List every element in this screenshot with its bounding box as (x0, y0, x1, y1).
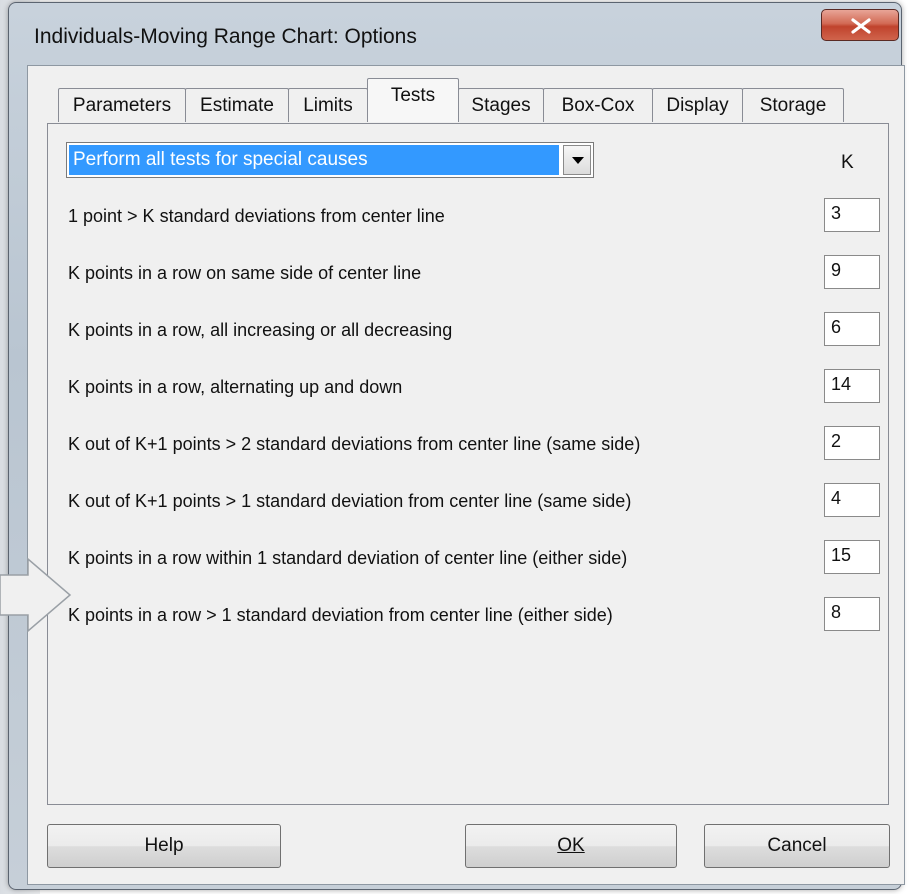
test-label-4: K points in a row, alternating up and do… (68, 377, 403, 397)
k-column-header: K (841, 152, 854, 173)
help-button-label: Help (144, 835, 184, 856)
help-button[interactable]: Help (47, 824, 281, 868)
tab-stages[interactable]: Stages (458, 88, 544, 122)
chevron-down-icon (572, 157, 584, 164)
dialog-client-area: Parameters Estimate Limits Tests Stages … (27, 65, 905, 885)
arrow-pointer-icon (0, 557, 72, 633)
k-input-test-2[interactable]: 9 (824, 255, 880, 289)
k-input-test-4[interactable]: 14 (824, 369, 880, 403)
k-input-test-3[interactable]: 6 (824, 312, 880, 346)
k-input-test-8[interactable]: 8 (824, 597, 880, 631)
tab-parameters[interactable]: Parameters (58, 88, 186, 122)
cancel-button[interactable]: Cancel (704, 824, 890, 868)
tests-panel: Perform all tests for special causes K 1… (47, 123, 889, 805)
test-label-6: K out of K+1 points > 1 standard deviati… (68, 491, 632, 511)
tab-estimate[interactable]: Estimate (185, 88, 289, 122)
tab-display[interactable]: Display (652, 88, 743, 122)
tab-limits[interactable]: Limits (288, 88, 368, 122)
close-icon (851, 18, 871, 34)
ok-button[interactable]: OK (465, 824, 677, 868)
dialog-title: Individuals-Moving Range Chart: Options (34, 25, 417, 48)
tests-mode-value: Perform all tests for special causes (69, 145, 559, 175)
options-dialog: Individuals-Moving Range Chart: Options … (8, 2, 905, 890)
k-input-test-1[interactable]: 3 (824, 198, 880, 232)
test-label-8: K points in a row > 1 standard deviation… (68, 605, 613, 625)
test-label-7: K points in a row within 1 standard devi… (68, 548, 628, 568)
test-label-5: K out of K+1 points > 2 standard deviati… (68, 434, 641, 454)
ok-button-label: OK (557, 835, 585, 856)
tab-storage[interactable]: Storage (742, 88, 844, 122)
test-label-3: K points in a row, all increasing or all… (68, 320, 453, 340)
k-input-test-5[interactable]: 2 (824, 426, 880, 460)
tab-box-cox[interactable]: Box-Cox (543, 88, 653, 122)
tests-mode-select[interactable]: Perform all tests for special causes (66, 142, 594, 178)
test-label-1: 1 point > K standard deviations from cen… (68, 206, 445, 226)
tab-tests[interactable]: Tests (367, 78, 459, 122)
k-input-test-7[interactable]: 15 (824, 540, 880, 574)
close-button[interactable] (821, 9, 899, 41)
dropdown-button[interactable] (563, 145, 591, 175)
test-label-2: K points in a row on same side of center… (68, 263, 422, 283)
k-input-test-6[interactable]: 4 (824, 483, 880, 517)
cancel-button-label: Cancel (767, 835, 827, 856)
